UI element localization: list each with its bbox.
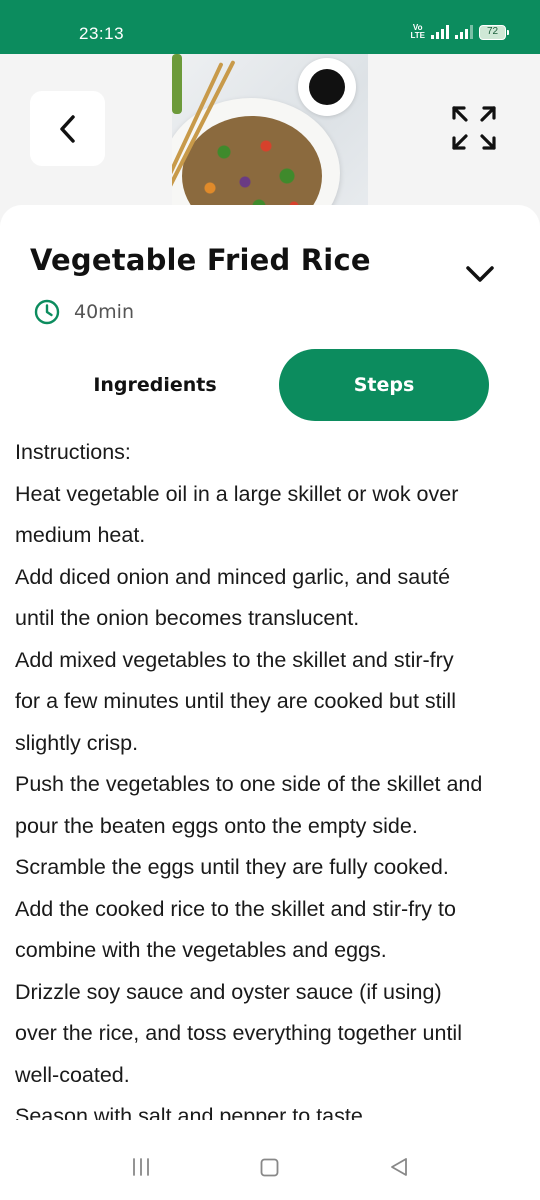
step-line: Add mixed vegetables to the skillet and …	[15, 647, 454, 672]
step-line: combine with the vegetables and eggs.	[15, 938, 387, 962]
status-bar: 23:13 Vo LTE 72	[0, 0, 540, 54]
collapse-button[interactable]	[462, 259, 498, 289]
step-line: well-coated.	[15, 1062, 130, 1087]
recipe-title: Vegetable Fried Rice	[30, 243, 371, 277]
status-icons: Vo LTE 72	[410, 23, 509, 40]
chevron-down-icon	[466, 266, 494, 282]
soy-sauce-dish	[298, 58, 356, 116]
step-line: over the rice, and toss everything toget…	[15, 1021, 462, 1045]
leek-decoration	[172, 54, 182, 114]
recipe-tabs: Ingredients Steps	[0, 349, 540, 421]
recipe-image	[172, 54, 368, 224]
step-line: pour the beaten eggs onto the empty side…	[15, 813, 418, 838]
clock-icon	[34, 299, 60, 325]
fullscreen-button[interactable]	[442, 96, 506, 160]
step-line: Add diced onion and minced garlic, and s…	[15, 564, 451, 589]
battery-icon: 72	[479, 24, 509, 40]
step-line: until the onion becomes translucent.	[15, 606, 360, 630]
step-line: for a few minutes until they are cooked …	[15, 689, 456, 713]
step-line: Scramble the eggs until they are fully c…	[15, 855, 449, 879]
step-line: Push the vegetables to one side of the s…	[15, 772, 483, 796]
step-line: Heat vegetable oil in a large skillet or…	[15, 481, 459, 506]
volte-icon: Vo LTE	[410, 23, 425, 40]
tab-ingredients[interactable]: Ingredients	[60, 349, 250, 421]
system-nav-bar	[0, 1140, 540, 1200]
expand-arrows-icon	[452, 106, 496, 150]
back-button[interactable]	[30, 91, 105, 166]
triangle-back-icon[interactable]	[388, 1156, 410, 1178]
menu-lines-icon[interactable]	[130, 1156, 152, 1178]
step-line: Add the cooked rice to the skillet and s…	[15, 896, 456, 921]
cook-time-text: 40min	[74, 301, 135, 323]
signal-icon-1	[431, 25, 449, 39]
square-home-icon[interactable]	[260, 1158, 279, 1177]
step-line: Drizzle soy sauce and oyster sauce (if u…	[15, 979, 442, 1004]
status-time: 23:13	[79, 24, 125, 43]
recipe-sheet: Vegetable Fried Rice 40min Ingredients S…	[0, 205, 540, 1200]
step-line: slightly crisp.	[15, 730, 139, 755]
tab-steps[interactable]: Steps	[279, 349, 489, 421]
steps-content: Instructions: Heat vegetable oil in a la…	[15, 432, 530, 1120]
step-line: medium heat.	[15, 523, 146, 547]
step-line: Instructions:	[15, 440, 131, 464]
signal-icon-2	[455, 25, 473, 39]
chevron-left-icon	[59, 114, 75, 143]
step-line: Season with salt and pepper to taste.	[15, 1104, 369, 1120]
cook-time: 40min	[34, 299, 134, 325]
